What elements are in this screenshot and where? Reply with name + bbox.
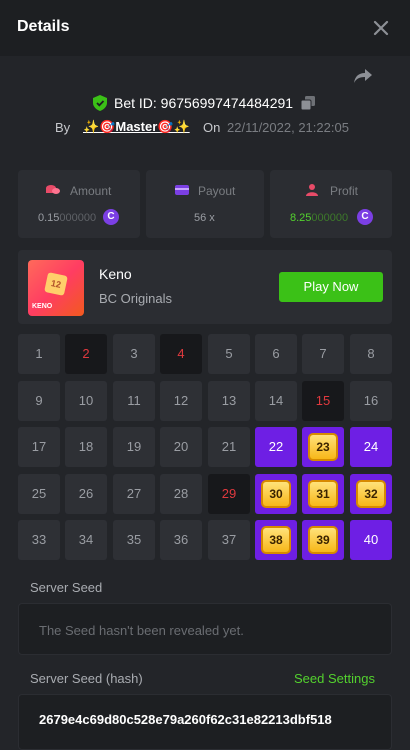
bet-id-row: Bet ID: 96756997474484291 (0, 94, 410, 112)
play-now-button[interactable]: Play Now (279, 272, 383, 302)
keno-cell: 29 (208, 474, 250, 514)
profit-card: Profit 8.25000000 C (270, 170, 392, 238)
keno-cell: 2 (65, 334, 107, 374)
close-icon[interactable] (372, 19, 390, 37)
coin-stack-icon (46, 185, 60, 194)
wallet-icon (175, 185, 189, 195)
on-label: On (203, 120, 221, 135)
keno-cell: 6 (255, 334, 297, 374)
keno-cell: 15 (302, 381, 344, 421)
game-provider: BC Originals (99, 291, 172, 306)
bet-id: Bet ID: 96756997474484291 (114, 95, 294, 111)
amount-label: Amount (70, 184, 112, 198)
bet-datetime: 22/11/2022, 21:22:05 (227, 120, 349, 135)
keno-cell: 3 (113, 334, 155, 374)
keno-cell: 10 (65, 381, 107, 421)
keno-cell: 40 (350, 520, 392, 560)
server-seed-field: The Seed hasn't been revealed yet. (18, 603, 392, 655)
keno-cell: 9 (18, 381, 60, 421)
keno-cell: 26 (65, 474, 107, 514)
copy-icon[interactable] (301, 96, 315, 110)
keno-cell: 7 (302, 334, 344, 374)
game-thumbnail[interactable]: 12 KENO (28, 260, 84, 316)
keno-cell: 22 (255, 427, 297, 467)
payout-label: Payout (198, 184, 236, 198)
keno-cell: 24 (350, 427, 392, 467)
username-link[interactable]: ✨🎯Master🎯✨ (83, 119, 190, 135)
keno-cell: 11 (113, 381, 155, 421)
keno-cell: 17 (18, 427, 60, 467)
keno-cell: 18 (65, 427, 107, 467)
keno-cell: 4 (160, 334, 202, 374)
keno-cell: 35 (113, 520, 155, 560)
by-label: By (55, 120, 71, 135)
payout-value: 56 x (194, 212, 215, 224)
keno-cell: 27 (113, 474, 155, 514)
gem-icon: 32 (356, 480, 386, 508)
seed-settings-link[interactable]: Seed Settings (294, 671, 375, 686)
game-card: 12 KENO Keno BC Originals Play Now (18, 250, 392, 324)
details-header: Details (0, 0, 410, 56)
gem-icon: 39 (308, 526, 338, 554)
page-title: Details (17, 18, 70, 35)
server-seed-hash: 2679e4c69d80c528e79a260f62c31e82213dbf51… (39, 712, 332, 727)
gem-icon: 23 (308, 433, 338, 461)
keno-cell: 37 (208, 520, 250, 560)
profit-label: Profit (330, 184, 359, 198)
amount-value: 0.15000000 (38, 212, 97, 224)
server-seed-label: Server Seed (30, 580, 103, 595)
server-seed-hash-field: 2679e4c69d80c528e79a260f62c31e82213dbf51… (18, 694, 392, 750)
keno-cell: 34 (65, 520, 107, 560)
share-icon[interactable] (353, 67, 373, 85)
keno-cell: 39 (302, 520, 344, 560)
keno-cell: 12 (160, 381, 202, 421)
coin-icon: C (103, 209, 119, 225)
keno-cell: 31 (302, 474, 344, 514)
server-seed-placeholder: The Seed hasn't been revealed yet. (39, 623, 244, 638)
user-profit-icon (306, 184, 318, 196)
keno-cube-icon: 12 (44, 272, 68, 296)
keno-logo: KENO (32, 303, 53, 310)
keno-cell: 38 (255, 520, 297, 560)
shield-check-icon (93, 95, 107, 111)
keno-cell: 30 (255, 474, 297, 514)
gem-icon: 30 (261, 480, 291, 508)
gem-icon: 31 (308, 480, 338, 508)
keno-cell: 23 (302, 427, 344, 467)
server-seed-hash-label: Server Seed (hash) (30, 671, 143, 686)
keno-cell: 13 (208, 381, 250, 421)
keno-cell: 8 (350, 334, 392, 374)
game-name: Keno (99, 266, 132, 282)
bet-meta-row: By ✨🎯Master🎯✨ On 22/11/2022, 21:22:05 (0, 119, 410, 137)
keno-cell: 25 (18, 474, 60, 514)
keno-cell: 28 (160, 474, 202, 514)
keno-cell: 21 (208, 427, 250, 467)
keno-cell: 5 (208, 334, 250, 374)
keno-cell: 20 (160, 427, 202, 467)
keno-cell: 16 (350, 381, 392, 421)
gem-icon: 38 (261, 526, 291, 554)
coin-icon: C (357, 209, 373, 225)
keno-cell: 14 (255, 381, 297, 421)
keno-cell: 36 (160, 520, 202, 560)
keno-cell: 1 (18, 334, 60, 374)
profit-value: 8.25000000 (290, 212, 349, 224)
keno-cell: 32 (350, 474, 392, 514)
amount-card: Amount 0.15000000 C (18, 170, 140, 238)
keno-cell: 33 (18, 520, 60, 560)
keno-cell: 19 (113, 427, 155, 467)
payout-card: Payout 56 x (146, 170, 264, 238)
